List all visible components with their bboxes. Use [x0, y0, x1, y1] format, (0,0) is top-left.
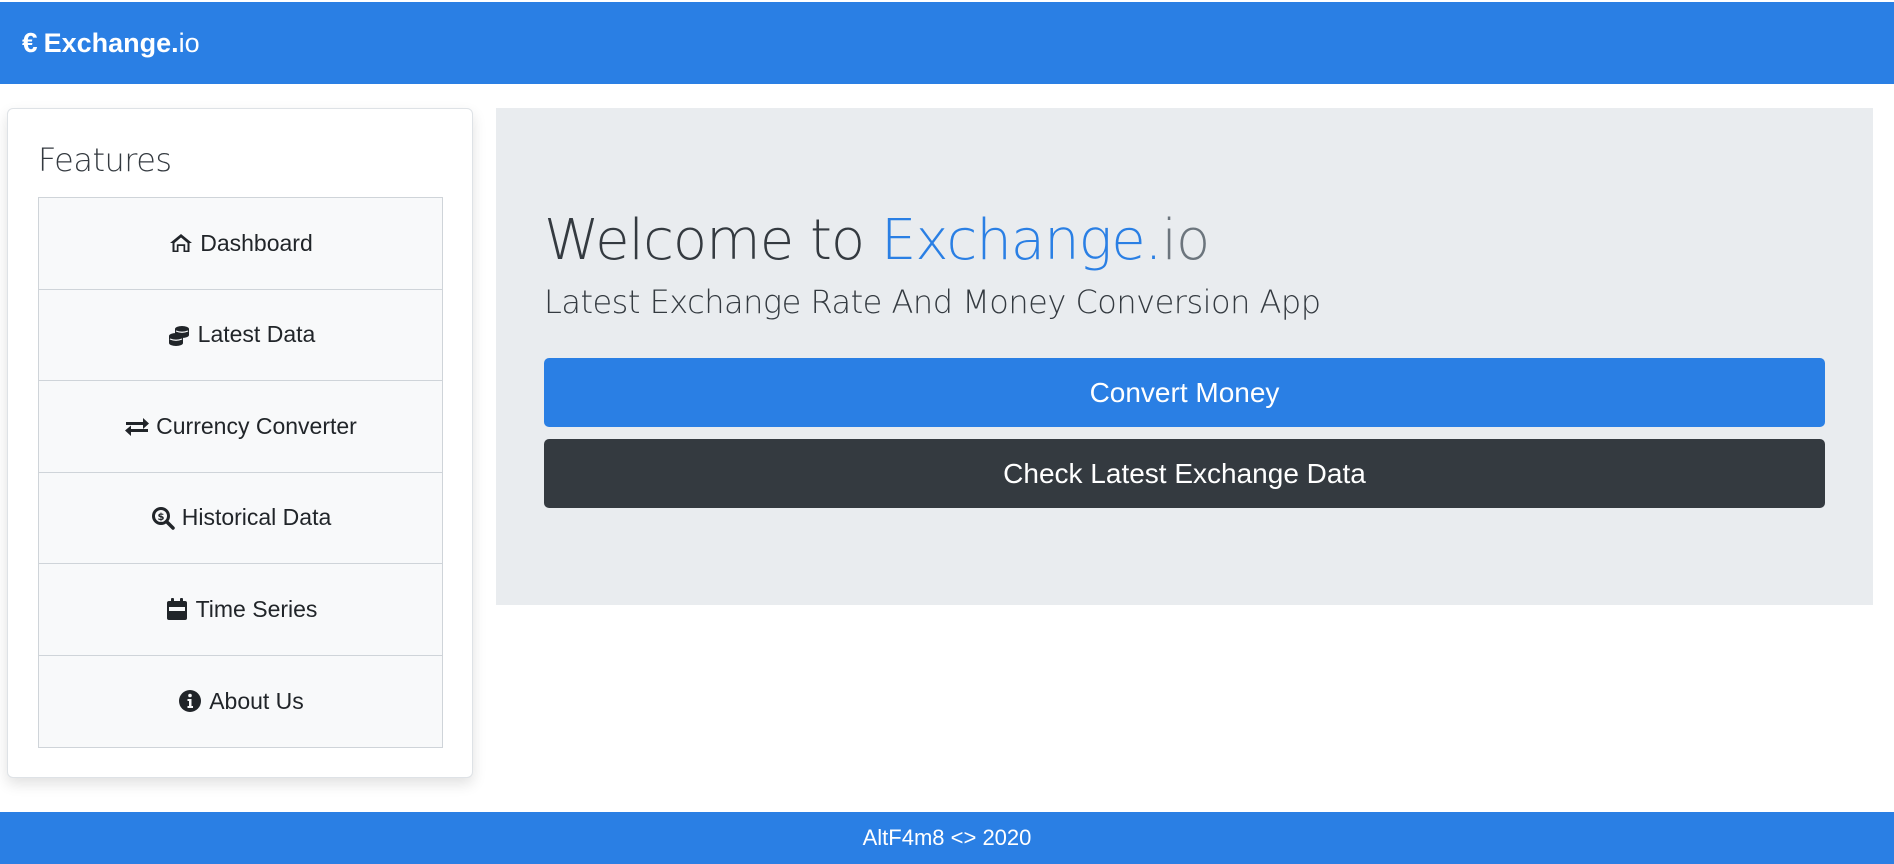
- sidebar-item-currency-converter[interactable]: Currency Converter: [39, 381, 442, 473]
- footer-text: AltF4m8 <> 2020: [862, 825, 1032, 850]
- brand-logo-link[interactable]: € Exchange. io: [22, 27, 200, 59]
- home-icon: [168, 230, 194, 256]
- svg-text:$: $: [157, 512, 164, 523]
- sidebar-item-about-us[interactable]: About Us: [39, 655, 442, 747]
- sidebar-item-label: Dashboard: [200, 229, 313, 256]
- check-latest-exchange-data-button[interactable]: Check Latest Exchange Data: [544, 439, 1825, 508]
- welcome-brand-suffix: io: [1161, 208, 1210, 273]
- sidebar-title: Features: [38, 141, 172, 179]
- sidebar-item-label: Currency Converter: [156, 412, 357, 439]
- exchange-arrows-icon: [124, 413, 150, 439]
- convert-money-button[interactable]: Convert Money: [544, 358, 1825, 427]
- euro-icon: €: [22, 27, 38, 58]
- brand-name-bold: Exchange.: [43, 27, 179, 58]
- sidebar-item-label: Historical Data: [181, 504, 332, 531]
- calendar-icon: [164, 596, 190, 622]
- welcome-brand-name: Exchange.: [880, 208, 1162, 273]
- top-navbar: € Exchange. io: [0, 2, 1894, 84]
- sidebar-item-dashboard[interactable]: Dashboard: [39, 198, 442, 290]
- sidebar-item-time-series[interactable]: Time Series: [39, 564, 442, 656]
- search-dollar-icon: $: [150, 505, 176, 531]
- coins-icon: [166, 322, 192, 348]
- sidebar-item-label: Time Series: [195, 595, 318, 622]
- welcome-subtitle: Latest Exchange Rate And Money Conversio…: [544, 283, 1321, 321]
- features-list: Dashboard Latest Data Currency Converter…: [38, 197, 443, 748]
- welcome-jumbotron: Welcome to Exchange.io Latest Exchange R…: [496, 108, 1873, 605]
- brand-name-light: io: [178, 27, 200, 58]
- page-footer: AltF4m8 <> 2020: [0, 812, 1894, 864]
- sidebar-item-historical-data[interactable]: $ Historical Data: [39, 472, 442, 564]
- features-sidebar: Features Dashboard Latest Data Currency …: [7, 108, 473, 778]
- welcome-heading: Welcome to Exchange.io: [544, 208, 1210, 273]
- sidebar-item-label: About Us: [209, 687, 304, 714]
- sidebar-item-label: Latest Data: [197, 321, 316, 348]
- info-circle-icon: [177, 688, 203, 714]
- welcome-prefix: Welcome to: [544, 208, 881, 273]
- sidebar-item-latest-data[interactable]: Latest Data: [39, 289, 442, 381]
